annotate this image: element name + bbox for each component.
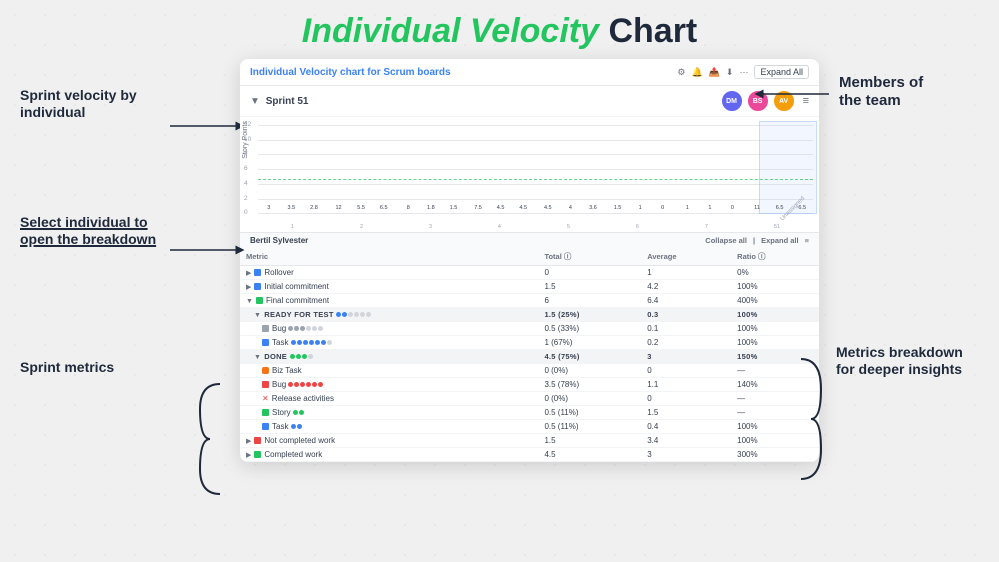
table-row-rollover: ▶Rollover 0 1 0% bbox=[240, 266, 819, 280]
dot-notcomplete bbox=[254, 437, 261, 444]
progress-bug-ready bbox=[288, 326, 323, 331]
table-row-release: ✕Release activities 0 (0%) 0 — bbox=[240, 392, 819, 406]
velocity-arrow bbox=[170, 111, 250, 141]
sprint-label: Sprint metrics bbox=[20, 359, 215, 376]
dot-bug-ready bbox=[262, 325, 269, 332]
table-row-final: ▼Final commitment 6 6.4 400% bbox=[240, 294, 819, 308]
chart-panel: Individual Velocity chart for Scrum boar… bbox=[240, 59, 819, 462]
bar-chart-area: Story Points 12 10 8 6 4 2 0 bbox=[240, 117, 819, 232]
x-label-2: 2 bbox=[360, 224, 363, 230]
table-row-task-done: Task 0.5 (11%) 0.4 100% bbox=[240, 420, 819, 434]
dot-rollover bbox=[254, 269, 261, 276]
expand-all-button[interactable]: Expand All bbox=[754, 65, 809, 79]
table-row-notcomplete: ▶Not completed work 1.5 3.4 100% bbox=[240, 434, 819, 448]
col-total: Total ⓘ bbox=[538, 248, 641, 266]
select-annotation: Select individual to open the breakdown bbox=[20, 214, 215, 273]
x-axis-labels: 1 2 3 4 5 6 7 51 bbox=[258, 224, 813, 230]
select-arrow bbox=[170, 240, 250, 260]
bars-container: 3 3.5 2.8 12 5.5 6.5 8 1.8 1.5 bbox=[258, 121, 813, 214]
expand-icon-final[interactable]: ▼ bbox=[246, 298, 253, 305]
col-average: Average bbox=[641, 248, 731, 266]
title-chart: Chart bbox=[599, 12, 697, 50]
dot-bug-done bbox=[262, 381, 269, 388]
progress-done bbox=[290, 354, 313, 359]
selected-person-name: Bertil Sylvester bbox=[250, 236, 308, 245]
expand-icon-notcomplete[interactable]: ▶ bbox=[246, 438, 251, 445]
expand-icon-done[interactable]: ▼ bbox=[254, 354, 261, 361]
metrics-label: Metrics breakdown for deeper insights bbox=[836, 344, 979, 378]
metrics-bracket bbox=[796, 354, 826, 484]
expand-icon-rollover[interactable]: ▶ bbox=[246, 270, 251, 277]
col-metric: Metric bbox=[240, 248, 538, 266]
right-annotations: Members of the team Metrics breakdown fo… bbox=[819, 59, 979, 462]
dot-task-done bbox=[262, 423, 269, 430]
dot-final bbox=[256, 297, 263, 304]
x-label-7: 7 bbox=[705, 224, 708, 230]
table-row-biztask: Biz Task 0 (0%) 0 — bbox=[240, 364, 819, 378]
settings-icon[interactable]: ⚙ bbox=[677, 67, 685, 78]
metrics-table: Metric Total ⓘ Average Ratio ⓘ ▶Rollover… bbox=[240, 248, 819, 462]
sprint-row: ▼ Sprint 51 DM BS AV ≡ bbox=[240, 86, 819, 117]
progress-story bbox=[293, 410, 304, 415]
velocity-annotation: Sprint velocity by individual bbox=[20, 87, 215, 156]
collapse-expand-btns: Collapse all | Expand all ≡ bbox=[705, 236, 809, 245]
more-icon[interactable]: ⋯ bbox=[739, 67, 748, 78]
col-ratio: Ratio ⓘ bbox=[731, 248, 819, 266]
x-label-4: 4 bbox=[498, 224, 501, 230]
metrics-annotation: Metrics breakdown for deeper insights bbox=[824, 344, 979, 378]
sprint-label-text: ▼ Sprint 51 bbox=[250, 96, 308, 107]
main-title: Individual Velocity Chart bbox=[0, 0, 999, 59]
table-row-bug-ready: Bug 0.5 (33%) 0.1 100% bbox=[240, 322, 819, 336]
download-icon[interactable]: ⬇ bbox=[726, 67, 734, 78]
sprint-annotation: Sprint metrics bbox=[20, 359, 215, 376]
x-label-5: 5 bbox=[567, 224, 570, 230]
table-row-task-ready: Task 1 (67%) 0.2 100% bbox=[240, 336, 819, 350]
chart-header: Individual Velocity chart for Scrum boar… bbox=[240, 59, 819, 86]
table-header-row: Metric Total ⓘ Average Ratio ⓘ bbox=[240, 248, 819, 266]
table-row-story: Story 0.5 (11%) 1.5 — bbox=[240, 406, 819, 420]
collapse-all-btn[interactable]: Collapse all bbox=[705, 236, 747, 245]
left-annotations: Sprint velocity by individual Select ind… bbox=[20, 59, 240, 462]
x-label-6: 6 bbox=[636, 224, 639, 230]
members-annotation: Members of the team bbox=[829, 74, 979, 110]
content-area: Sprint velocity by individual Select ind… bbox=[0, 59, 999, 462]
table-row-ready: ▼READY FOR TEST 1.5 (25%) 0.3 100% bbox=[240, 308, 819, 322]
expand-icon-ready[interactable]: ▼ bbox=[254, 312, 261, 319]
x-label-51: 51 bbox=[774, 224, 780, 230]
avatar-1[interactable]: DM bbox=[721, 90, 743, 112]
dot-complete bbox=[254, 451, 261, 458]
table-row-done: ▼DONE 4.5 (75%) 3 150% bbox=[240, 350, 819, 364]
chart-header-icons: ⚙ 🔔 📤 ⬇ ⋯ Expand All bbox=[677, 65, 809, 79]
dot-story bbox=[262, 409, 269, 416]
members-label: Members of the team bbox=[839, 74, 979, 110]
selected-person-row[interactable]: Bertil Sylvester Collapse all | Expand a… bbox=[240, 232, 819, 248]
share-icon[interactable]: 📤 bbox=[709, 67, 720, 78]
dot-task-ready bbox=[262, 339, 269, 346]
x-label-3: 3 bbox=[429, 224, 432, 230]
notification-icon[interactable]: 🔔 bbox=[691, 67, 702, 78]
progress-task-ready bbox=[291, 340, 332, 345]
chart-title-text: Individual Velocity chart for Scrum boar… bbox=[250, 67, 451, 78]
table-options-icon[interactable]: ≡ bbox=[805, 236, 809, 245]
progress-ready bbox=[336, 312, 371, 317]
page-wrapper: Individual Velocity Chart Sprint velocit… bbox=[0, 0, 999, 562]
dot-biztask bbox=[262, 367, 269, 374]
sprint-bracket bbox=[195, 379, 225, 499]
expand-icon-complete[interactable]: ▶ bbox=[246, 452, 251, 459]
title-individual: Individual Velocity bbox=[302, 12, 599, 50]
x-label-1: 1 bbox=[291, 224, 294, 230]
dot-initial bbox=[254, 283, 261, 290]
progress-task-done bbox=[291, 424, 302, 429]
cross-icon: ✕ bbox=[262, 394, 269, 403]
members-arrow bbox=[754, 84, 834, 104]
table-row-initial: ▶Initial commitment 1.5 4.2 100% bbox=[240, 280, 819, 294]
progress-bug-done bbox=[288, 382, 323, 387]
table-row-bug-done: Bug 3.5 (78%) 1.1 140% bbox=[240, 378, 819, 392]
expand-icon-initial[interactable]: ▶ bbox=[246, 284, 251, 291]
expand-all-btn2[interactable]: Expand all bbox=[761, 236, 799, 245]
table-row-complete: ▶Completed work 4.5 3 300% bbox=[240, 448, 819, 462]
